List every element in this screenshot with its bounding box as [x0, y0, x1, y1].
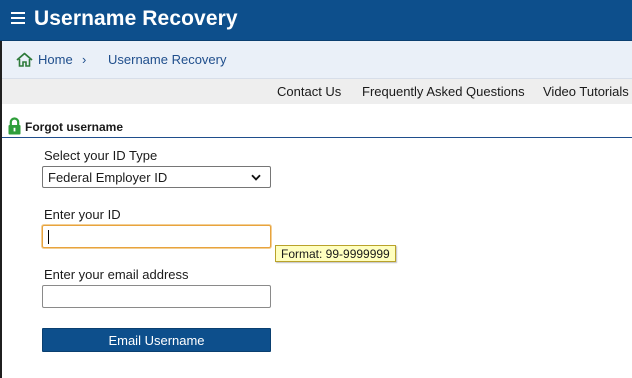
- id-format-tooltip: Format: 99-9999999: [275, 245, 396, 262]
- hamburger-menu-icon[interactable]: [11, 11, 27, 27]
- id-type-label: Select your ID Type: [44, 148, 158, 163]
- contact-us-link[interactable]: Contact Us: [277, 84, 341, 99]
- video-tutorials-link[interactable]: Video Tutorials: [543, 84, 629, 99]
- chevron-down-icon: [251, 174, 261, 181]
- section-title: Forgot username: [25, 120, 124, 134]
- page-title: Username Recovery: [34, 7, 238, 30]
- id-type-select[interactable]: Federal Employer ID: [42, 166, 271, 188]
- lock-icon: [8, 117, 21, 135]
- breadcrumb-separator: ›: [82, 52, 87, 67]
- breadcrumb-home-link[interactable]: Home: [38, 52, 73, 67]
- faq-link[interactable]: Frequently Asked Questions: [362, 84, 525, 99]
- id-label: Enter your ID: [44, 207, 121, 222]
- email-username-button[interactable]: Email Username: [42, 328, 271, 352]
- section-header: Forgot username: [2, 116, 632, 138]
- app-header: Username Recovery: [0, 0, 632, 41]
- home-icon[interactable]: [16, 52, 33, 67]
- breadcrumb: Home › Username Recovery: [2, 41, 632, 79]
- id-input[interactable]: [42, 225, 271, 248]
- email-label: Enter your email address: [44, 267, 189, 282]
- id-type-selected-value: Federal Employer ID: [48, 170, 168, 185]
- utility-nav: Contact Us Frequently Asked Questions Vi…: [2, 79, 632, 104]
- email-input[interactable]: [42, 285, 271, 308]
- breadcrumb-current: Username Recovery: [108, 52, 227, 67]
- text-caret: [48, 230, 49, 244]
